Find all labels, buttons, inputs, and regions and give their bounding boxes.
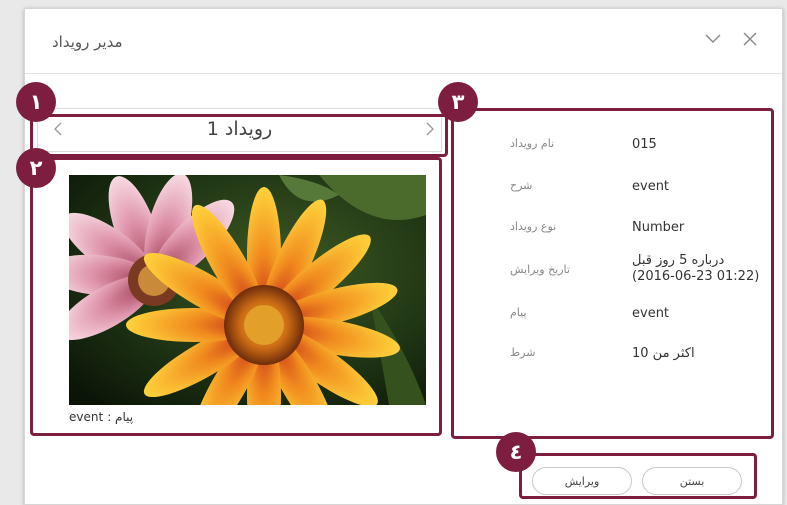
close-icon[interactable]: [740, 29, 760, 49]
marker-2: ٢: [16, 148, 56, 188]
highlight-box-details: [451, 108, 774, 439]
highlight-box-navigator: [30, 114, 448, 157]
dialog-header: مدیر رویداد: [25, 9, 782, 74]
highlight-box-image: [30, 157, 442, 436]
marker-3: ٣: [438, 82, 478, 122]
chevron-down-icon[interactable]: [703, 29, 723, 49]
marker-4: ٤: [496, 432, 536, 472]
marker-1: ١: [16, 82, 56, 122]
dialog-title: مدیر رویداد: [52, 33, 123, 51]
highlight-box-buttons: [519, 453, 757, 499]
